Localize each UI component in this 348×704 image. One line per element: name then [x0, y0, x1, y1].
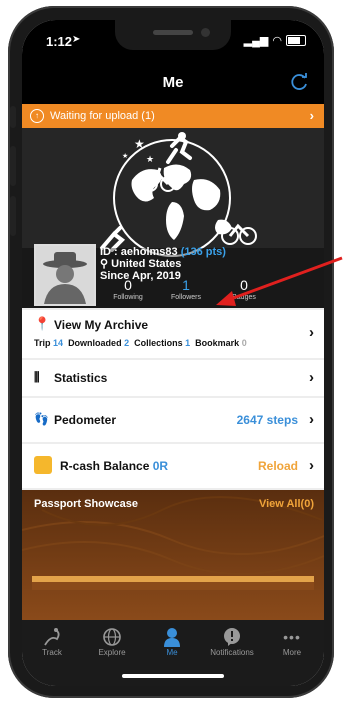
statistics-row[interactable]: ⫼ Statistics › — [22, 360, 324, 396]
profile-info-text: ID : aeholms83 (136 pts) ⚲ United States… — [100, 246, 226, 282]
notification-icon — [202, 626, 262, 648]
user-country: United States — [111, 258, 182, 270]
user-points: (136 pts) — [180, 246, 226, 258]
location-pin-icon: ⚲ — [100, 258, 109, 270]
rcash-label: R-cash Balance 0R — [60, 459, 168, 473]
badges-stat[interactable]: 0 Badges — [214, 278, 274, 301]
mute-switch — [10, 106, 16, 128]
passport-title: Passport Showcase — [34, 498, 138, 510]
tab-more-label: More — [282, 648, 302, 657]
signal-icon: ▂▄▆ — [243, 35, 269, 47]
bar-chart-icon: ⫼ — [34, 370, 40, 384]
chevron-right-icon: › — [309, 108, 314, 123]
statistics-label: Statistics — [54, 371, 108, 385]
tab-more[interactable]: ••• More — [262, 626, 322, 657]
home-indicator — [122, 674, 224, 678]
refresh-icon[interactable] — [290, 72, 310, 92]
following-label: Following — [113, 294, 143, 301]
pedometer-row[interactable]: 👣 Pedometer 2647 steps › — [22, 398, 324, 442]
pedometer-steps: 2647 steps — [236, 413, 298, 427]
tab-notifications[interactable]: Notifications — [202, 626, 262, 657]
shelf-shadow — [32, 582, 314, 590]
pedometer-label: Pedometer — [54, 413, 117, 427]
chevron-right-icon: › — [309, 324, 314, 341]
wallet-icon — [34, 456, 52, 474]
wifi-icon: ◠ — [272, 35, 282, 47]
following-count: 0 — [124, 277, 132, 293]
track-icon — [22, 626, 82, 648]
view-archive-title: View My Archive — [54, 318, 149, 332]
chevron-right-icon: › — [309, 411, 314, 428]
user-id: ID : aeholms83 — [100, 246, 178, 258]
following-stat[interactable]: 0 Following — [98, 278, 158, 301]
svg-text:★: ★ — [134, 137, 145, 151]
status-time: 1:12 — [46, 34, 73, 49]
location-pin-icon: 📍 — [34, 316, 51, 331]
tab-explore[interactable]: Explore — [82, 626, 142, 657]
upload-banner-text: Waiting for upload (1) — [50, 110, 155, 122]
rcash-label-text: R-cash Balance — [60, 459, 150, 473]
upload-icon: ↑ — [30, 109, 44, 123]
bookmark-count: 0 — [241, 338, 247, 348]
rcash-row[interactable]: R-cash Balance 0R Reload › — [22, 444, 324, 488]
tab-track-label: Track — [42, 648, 62, 657]
person-icon — [142, 626, 202, 648]
app-screen: 1:12 ➤ ▂▄▆ ◠ Me ↑ Waiting for upload (1)… — [22, 20, 324, 686]
followers-count: 1 — [182, 277, 190, 293]
footprint-icon: 👣 — [34, 412, 49, 426]
badges-label: Badges — [232, 294, 256, 301]
page-title: Me — [162, 74, 184, 91]
bookmark-label: Bookmark — [195, 338, 240, 348]
collections-label: Collections — [134, 338, 183, 348]
rcash-value: 0R — [152, 459, 169, 473]
tab-track[interactable]: Track — [22, 626, 82, 657]
status-bar: 1:12 ➤ ▂▄▆ ◠ — [22, 20, 324, 64]
more-icon: ••• — [283, 629, 301, 645]
badges-count: 0 — [240, 277, 248, 293]
volume-up-button — [10, 146, 16, 186]
downloaded-count: 2 — [124, 338, 130, 348]
chevron-right-icon: › — [309, 369, 314, 386]
tab-notifications-label: Notifications — [210, 648, 254, 657]
tab-me-label: Me — [166, 648, 178, 657]
followers-stat[interactable]: 1 Followers — [156, 278, 216, 301]
svg-text:★: ★ — [122, 152, 128, 160]
archive-counts: Trip 14 Downloaded 2 Collections 1 Bookm… — [34, 338, 247, 348]
avatar[interactable] — [34, 244, 96, 306]
trip-label: Trip — [34, 338, 51, 348]
svg-text:★: ★ — [146, 154, 154, 164]
navigation-bar: Me — [22, 64, 324, 104]
volume-down-button — [10, 196, 16, 236]
collections-count: 1 — [185, 338, 191, 348]
user-avatar-image — [36, 246, 94, 304]
passport-showcase: Passport Showcase View All(0) — [22, 490, 324, 620]
trip-count: 14 — [53, 338, 64, 348]
globe-icon — [82, 626, 142, 648]
tab-explore-label: Explore — [98, 648, 126, 657]
chevron-right-icon: › — [309, 457, 314, 474]
view-all-link[interactable]: View All(0) — [259, 498, 314, 510]
reload-link[interactable]: Reload — [258, 459, 298, 473]
upload-banner[interactable]: ↑ Waiting for upload (1) › — [22, 104, 324, 128]
battery-icon — [286, 35, 306, 46]
view-archive-row[interactable]: 📍 View My Archive Trip 14 Downloaded 2 C… — [22, 310, 324, 358]
tab-me[interactable]: Me — [142, 626, 202, 657]
location-arrow-icon: ➤ — [72, 34, 81, 45]
followers-label: Followers — [171, 294, 201, 301]
downloaded-label: Downloaded — [68, 338, 122, 348]
system-icons: ▂▄▆ ◠ — [244, 34, 306, 47]
notch — [115, 20, 231, 50]
